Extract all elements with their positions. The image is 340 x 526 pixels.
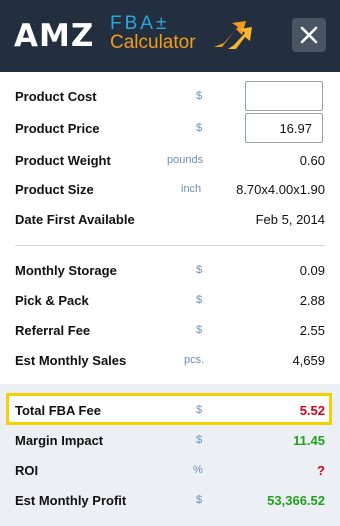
- monthly-storage-row: Monthly Storage $ 0.09: [0, 255, 340, 285]
- product-size-unit: inch: [181, 183, 202, 195]
- margin-impact-row: Margin Impact $ 11.45: [0, 425, 340, 455]
- referral-fee-value: 2.55: [299, 322, 325, 338]
- est-monthly-sales-unit: pcs.: [184, 354, 205, 366]
- monthly-storage-label: Monthly Storage: [15, 262, 117, 278]
- product-size-value: 8.70x4.00x1.90: [236, 181, 325, 197]
- product-cost-input[interactable]: [245, 81, 323, 111]
- product-weight-unit: pounds: [167, 154, 204, 166]
- product-price-label: Product Price: [15, 120, 100, 136]
- est-monthly-profit-value: 53,366.52: [267, 492, 325, 508]
- product-weight-row: Product Weight pounds 0.60: [0, 145, 340, 175]
- product-price-input[interactable]: [245, 113, 323, 143]
- total-fba-fee-unit: $: [196, 404, 203, 416]
- est-monthly-sales-value: 4,659: [292, 352, 325, 368]
- product-price-unit: $: [196, 122, 203, 134]
- est-monthly-profit-unit: $: [196, 494, 203, 506]
- close-button[interactable]: [292, 18, 326, 52]
- close-icon: [300, 26, 318, 44]
- total-fba-fee-row: Total FBA Fee $ 5.52: [0, 395, 340, 425]
- product-cost-unit: $: [196, 90, 203, 102]
- date-first-available-label: Date First Available: [15, 211, 135, 227]
- product-size-row: Product Size inch 8.70x4.00x1.90: [0, 174, 340, 204]
- logo-amz-text: AMZ: [14, 18, 95, 54]
- product-price-row: Product Price $: [0, 113, 340, 143]
- margin-impact-label: Margin Impact: [15, 432, 104, 448]
- pick-pack-value: 2.88: [299, 292, 325, 308]
- est-monthly-profit-row: Est Monthly Profit $ 53,366.52: [0, 485, 340, 515]
- logo-calculator-text: Calculator: [110, 32, 196, 53]
- est-monthly-sales-label: Est Monthly Sales: [15, 352, 127, 368]
- product-cost-label: Product Cost: [15, 88, 97, 104]
- roi-label: ROI: [15, 462, 39, 478]
- pick-pack-label: Pick & Pack: [15, 292, 89, 308]
- margin-impact-unit: $: [196, 434, 203, 446]
- roi-value: ?: [317, 462, 325, 478]
- roi-row: ROI % ?: [0, 455, 340, 485]
- total-fba-fee-value: 5.52: [299, 402, 325, 418]
- product-weight-value: 0.60: [299, 152, 325, 168]
- date-first-available-row: Date First Available Feb 5, 2014: [0, 204, 340, 234]
- referral-fee-label: Referral Fee: [15, 322, 91, 338]
- product-size-label: Product Size: [15, 181, 94, 197]
- monthly-storage-value: 0.09: [299, 262, 325, 278]
- referral-fee-unit: $: [196, 324, 203, 336]
- est-monthly-sales-row: Est Monthly Sales pcs. 4,659: [0, 345, 340, 375]
- margin-impact-value: 11.45: [293, 432, 325, 448]
- date-first-available-value: Feb 5, 2014: [255, 211, 325, 227]
- arrow-logo-icon: [212, 19, 254, 56]
- product-cost-row: Product Cost $: [0, 81, 340, 111]
- roi-unit: %: [193, 464, 203, 476]
- pick-pack-row: Pick & Pack $ 2.88: [0, 285, 340, 315]
- product-weight-label: Product Weight: [15, 152, 111, 168]
- total-fba-fee-label: Total FBA Fee: [15, 402, 101, 418]
- est-monthly-profit-label: Est Monthly Profit: [15, 492, 127, 508]
- section-divider: [15, 245, 325, 246]
- referral-fee-row: Referral Fee $ 2.55: [0, 315, 340, 345]
- monthly-storage-unit: $: [196, 264, 203, 276]
- app-header: AMZ FBA± Calculator: [0, 0, 340, 72]
- pick-pack-unit: $: [196, 294, 203, 306]
